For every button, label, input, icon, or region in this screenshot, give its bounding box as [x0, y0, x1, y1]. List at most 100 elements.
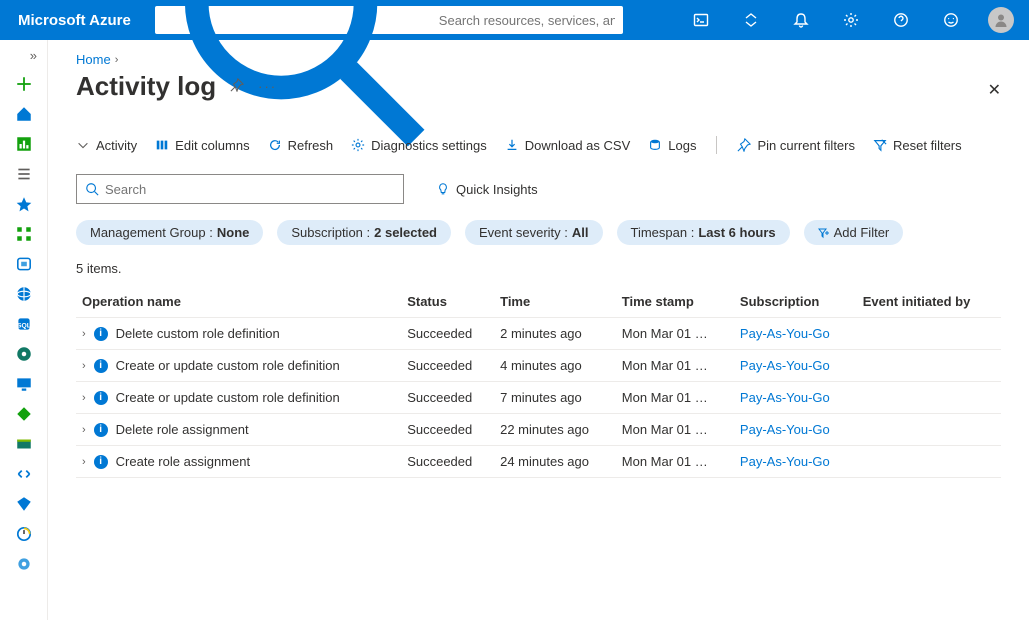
info-icon: i [94, 455, 108, 469]
cmd-download-label: Download as CSV [525, 138, 631, 153]
all-resources-icon[interactable] [15, 225, 33, 243]
cell-subscription[interactable]: Pay-As-You-Go [740, 454, 830, 469]
col-subscription[interactable]: Subscription [734, 286, 857, 318]
cosmos-icon[interactable] [15, 345, 33, 363]
cmd-logs-label: Logs [668, 138, 696, 153]
info-icon: i [94, 391, 108, 405]
cmd-edit-columns[interactable]: Edit columns [155, 138, 249, 153]
cell-timestamp: Mon Mar 01 … [616, 350, 734, 382]
cmd-activity[interactable]: Activity [76, 138, 137, 153]
create-resource-icon[interactable] [15, 75, 33, 93]
help-icon[interactable] [885, 0, 917, 40]
aad-icon[interactable] [15, 495, 33, 513]
expand-row-icon[interactable]: › [82, 456, 86, 468]
quick-insights-button[interactable]: Quick Insights [436, 182, 538, 197]
cell-status: Succeeded [401, 382, 494, 414]
col-operation[interactable]: Operation name [76, 286, 401, 318]
expand-row-icon[interactable]: › [82, 424, 86, 436]
col-initiated-by[interactable]: Event initiated by [857, 286, 1001, 318]
cell-initiated-by [857, 350, 1001, 382]
gear-icon [351, 138, 365, 152]
advisor-icon[interactable] [15, 555, 33, 573]
cmd-diagnostics[interactable]: Diagnostics settings [351, 138, 487, 153]
page-title: Activity log [76, 71, 216, 102]
log-search-input[interactable] [105, 182, 395, 197]
col-time[interactable]: Time [494, 286, 616, 318]
cloudshell-icon[interactable] [685, 0, 717, 40]
global-search-input[interactable] [439, 13, 615, 28]
cell-timestamp: Mon Mar 01 … [616, 382, 734, 414]
table-row[interactable]: › i Create or update custom role definit… [76, 382, 1001, 414]
breadcrumb: Home › [76, 52, 1001, 67]
pin-icon [737, 138, 751, 152]
cell-time: 7 minutes ago [494, 382, 616, 414]
pill-sub-label: Subscription : [291, 225, 370, 240]
close-button[interactable]: ✕ [988, 80, 1001, 100]
cell-timestamp: Mon Mar 01 … [616, 414, 734, 446]
cell-subscription[interactable]: Pay-As-You-Go [740, 390, 830, 405]
pill-add-filter[interactable]: Add Filter [804, 220, 904, 245]
table-row[interactable]: › i Create role assignment Succeeded 24 … [76, 446, 1001, 478]
activity-table: Operation name Status Time Time stamp Su… [76, 286, 1001, 478]
cell-subscription[interactable]: Pay-As-You-Go [740, 422, 830, 437]
storage-icon[interactable] [15, 435, 33, 453]
expand-row-icon[interactable]: › [82, 360, 86, 372]
cmd-reset-filters[interactable]: Reset filters [873, 138, 962, 153]
appservices-icon[interactable] [15, 285, 33, 303]
feedback-icon[interactable] [935, 0, 967, 40]
settings-icon[interactable] [835, 0, 867, 40]
sql-icon[interactable]: SQL [15, 315, 33, 333]
favorites-icon[interactable] [15, 195, 33, 213]
cell-operation: Create or update custom role definition [116, 358, 340, 373]
cmd-logs[interactable]: Logs [648, 138, 696, 153]
dashboard-icon[interactable] [15, 135, 33, 153]
cell-status: Succeeded [401, 414, 494, 446]
cell-time: 2 minutes ago [494, 318, 616, 350]
breadcrumb-home[interactable]: Home [76, 52, 111, 67]
cell-initiated-by [857, 414, 1001, 446]
cmd-download[interactable]: Download as CSV [505, 138, 631, 153]
cell-time: 22 minutes ago [494, 414, 616, 446]
expand-row-icon[interactable]: › [82, 328, 86, 340]
reset-filter-icon [873, 138, 887, 152]
cell-operation: Create or update custom role definition [116, 390, 340, 405]
cell-subscription[interactable]: Pay-As-You-Go [740, 326, 830, 341]
expand-row-icon[interactable]: › [82, 392, 86, 404]
global-search[interactable] [155, 6, 623, 34]
more-icon[interactable]: ··· [258, 79, 277, 94]
vm-icon[interactable] [15, 375, 33, 393]
pin-icon[interactable] [230, 78, 244, 95]
pill-ts-label: Timespan : [631, 225, 695, 240]
lightbulb-icon [436, 182, 450, 196]
pill-timespan[interactable]: Timespan : Last 6 hours [617, 220, 790, 245]
account-avatar[interactable] [985, 0, 1017, 40]
notifications-icon[interactable] [785, 0, 817, 40]
cmd-reset-filters-label: Reset filters [893, 138, 962, 153]
cell-time: 24 minutes ago [494, 446, 616, 478]
table-row[interactable]: › i Delete custom role definition Succee… [76, 318, 1001, 350]
brand-label[interactable]: Microsoft Azure [12, 12, 137, 29]
info-icon: i [94, 423, 108, 437]
col-status[interactable]: Status [401, 286, 494, 318]
loadbalancer-icon[interactable] [15, 405, 33, 423]
home-icon[interactable] [15, 105, 33, 123]
resource-groups-icon[interactable] [15, 255, 33, 273]
vnet-icon[interactable] [15, 465, 33, 483]
log-search[interactable] [76, 174, 404, 204]
cell-subscription[interactable]: Pay-As-You-Go [740, 358, 830, 373]
cmd-pin-filters[interactable]: Pin current filters [737, 138, 855, 153]
monitor-icon[interactable] [15, 525, 33, 543]
table-row[interactable]: › i Create or update custom role definit… [76, 350, 1001, 382]
cell-operation: Delete custom role definition [116, 326, 280, 341]
expand-sidebar-icon[interactable]: » [30, 48, 47, 63]
pill-severity[interactable]: Event severity : All [465, 220, 603, 245]
directories-icon[interactable] [735, 0, 767, 40]
filter-pills: Management Group : None Subscription : 2… [76, 220, 1001, 245]
cmd-refresh[interactable]: Refresh [268, 138, 334, 153]
pill-subscription[interactable]: Subscription : 2 selected [277, 220, 451, 245]
col-timestamp[interactable]: Time stamp [616, 286, 734, 318]
pill-management-group[interactable]: Management Group : None [76, 220, 263, 245]
table-row[interactable]: › i Delete role assignment Succeeded 22 … [76, 414, 1001, 446]
add-filter-icon [818, 227, 830, 239]
all-services-icon[interactable] [15, 165, 33, 183]
